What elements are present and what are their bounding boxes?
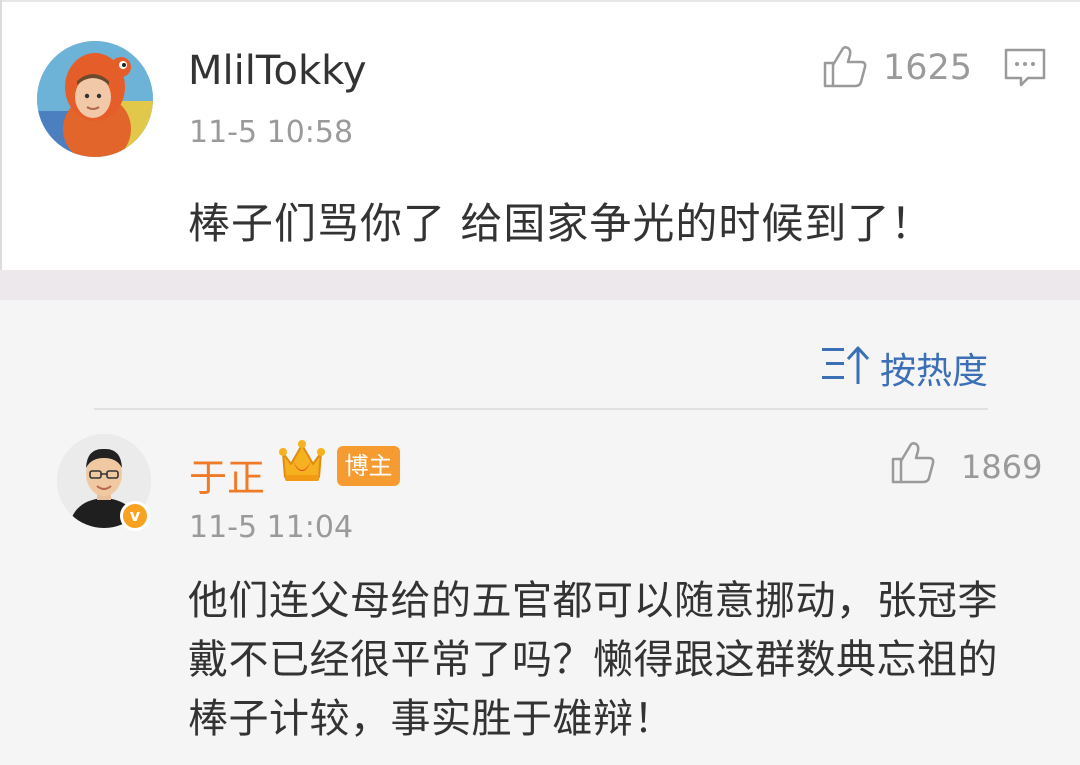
author-badge: 博主 [337, 446, 400, 486]
crown-icon [277, 437, 327, 487]
username[interactable]: 于正 [189, 447, 265, 502]
username[interactable]: MlilTokky [188, 48, 367, 94]
comment-text: 棒子们骂你了 给国家争光的时候到了！ [188, 199, 934, 248]
comment-text-line: 棒子计较，事实胜于雄辩！ [188, 696, 674, 742]
timestamp: 11-5 10:58 [189, 115, 354, 150]
sort-icon[interactable] [820, 342, 874, 386]
card-top-border [0, 0, 1080, 2]
comment-icon[interactable] [1003, 47, 1047, 89]
comment-text-line: 戴不已经很平常了吗？懒得跟这群数典忘祖的 [188, 637, 998, 683]
comment-text-line: 他们连父母给的五官都可以随意挪动，张冠李 [188, 578, 998, 624]
thumbs-up-icon[interactable] [822, 44, 868, 90]
thumbs-up-icon[interactable] [890, 440, 936, 486]
comment-text: 他们连父母给的五官都可以随意挪动，张冠李 戴不已经很平常了吗？懒得跟这群数典忘祖… [188, 572, 1048, 749]
like-count: 1869 [961, 448, 1043, 486]
verified-badge: v [120, 501, 150, 531]
section-separator [0, 270, 1080, 300]
timestamp: 11-5 11:04 [189, 510, 354, 545]
card-left-border [0, 0, 2, 270]
divider [94, 408, 988, 410]
sort-by-hot-button[interactable]: 按热度 [880, 342, 988, 394]
avatar[interactable] [37, 41, 153, 157]
like-count: 1625 [883, 48, 973, 88]
